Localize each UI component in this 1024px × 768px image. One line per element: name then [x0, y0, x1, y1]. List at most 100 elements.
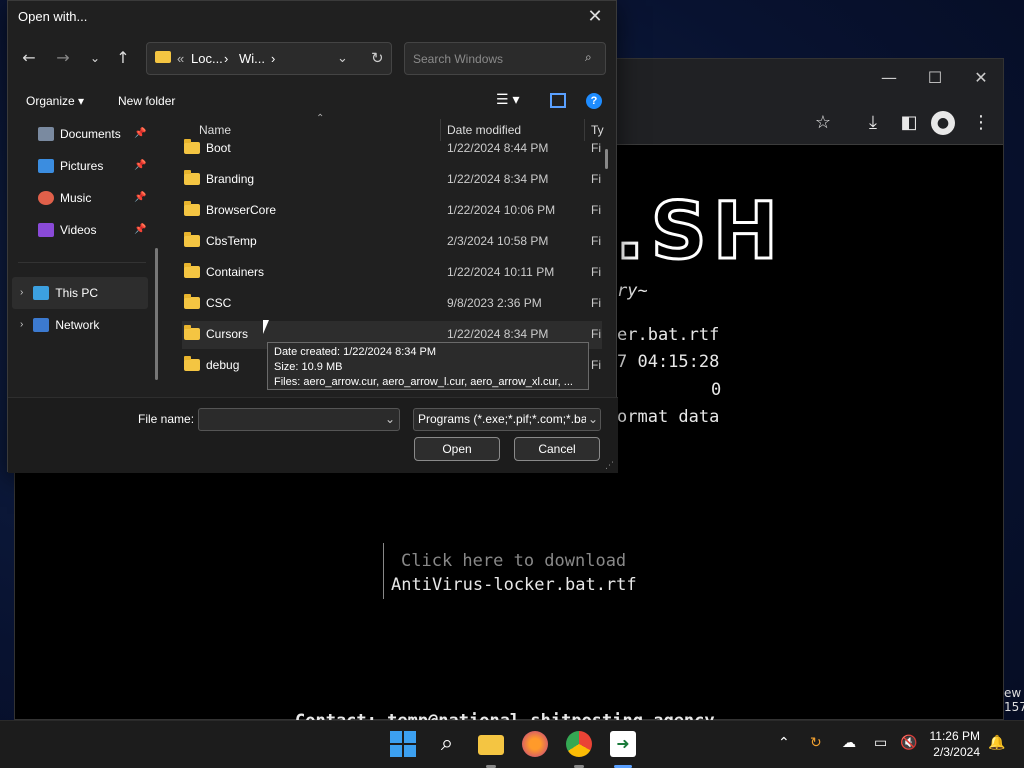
nav-scrollbar[interactable] — [155, 248, 158, 380]
clock-date: 2/3/2024 — [933, 745, 980, 759]
nav-label: Videos — [60, 223, 97, 237]
pin-icon: 📌 — [134, 224, 147, 235]
resize-grip-icon[interactable]: ⋰ — [605, 461, 614, 471]
file-name-text: er.bat.rtf — [617, 325, 720, 345]
preview-pane-icon[interactable] — [550, 93, 566, 108]
file-row[interactable]: Boot 1/22/2024 8:44 PM Fi — [182, 135, 602, 163]
back-icon[interactable]: ← — [16, 45, 42, 71]
side-panel-icon[interactable]: ◧ — [895, 109, 923, 137]
pin-icon: 📌 — [134, 128, 147, 139]
app-launcher-icon[interactable]: ➜ — [610, 731, 636, 757]
folder-icon — [184, 201, 200, 216]
maximize-icon[interactable]: ☐ — [913, 65, 957, 91]
bookmark-star-icon[interactable]: ☆ — [809, 109, 837, 137]
file-row[interactable]: CbsTemp 2/3/2024 10:58 PM Fi — [182, 228, 602, 256]
chevron-right-icon[interactable]: › — [20, 281, 23, 305]
search-input[interactable]: Search Windows ⌕ — [404, 42, 606, 75]
dialog-title: Open with... — [18, 9, 88, 24]
file-date: 2/3/2024 10:58 PM — [447, 234, 549, 248]
file-row[interactable]: CSC 9/8/2023 2:36 PM Fi — [182, 290, 602, 318]
organize-button[interactable]: Organize ▾ — [26, 94, 84, 108]
nav-item-music[interactable]: Music — [38, 186, 91, 210]
nav-item-this-pc[interactable]: › This PC — [20, 281, 98, 305]
chevron-down-icon[interactable]: ⌄ — [337, 50, 348, 66]
profile-icon[interactable]: ● — [931, 111, 955, 135]
open-button[interactable]: Open — [414, 437, 500, 461]
chevron-right-icon[interactable]: › — [20, 313, 23, 337]
chevron-up-icon[interactable]: ⌃ — [778, 735, 790, 751]
chevron-down-icon[interactable]: ⌄ — [385, 409, 395, 430]
documents-icon — [38, 127, 54, 141]
breadcrumb-local-disk[interactable]: Loc... — [191, 51, 223, 66]
file-date: 1/22/2024 10:06 PM — [447, 203, 556, 217]
file-date: 1/22/2024 8:34 PM — [447, 172, 549, 186]
help-icon[interactable]: ? — [586, 93, 602, 109]
start-icon[interactable] — [390, 731, 416, 757]
tooltip-line: Files: aero_arrow.cur, aero_arrow_l.cur,… — [274, 376, 573, 388]
tooltip-line: Date created: 1/22/2024 8:34 PM — [274, 346, 437, 358]
file-type: Fi — [591, 327, 601, 341]
file-type: Fi — [591, 234, 601, 248]
forward-icon[interactable]: → — [50, 45, 76, 71]
chevron-down-icon[interactable]: ⌄ — [82, 45, 108, 71]
pictures-icon — [38, 159, 54, 173]
start-tile — [390, 731, 402, 743]
folder-tooltip: Date created: 1/22/2024 8:34 PM Size: 10… — [267, 342, 589, 390]
volume-muted-icon[interactable]: 🔇 — [900, 735, 917, 751]
cloud-offline-icon[interactable]: ☁ — [842, 735, 856, 751]
breadcrumb-separator[interactable]: › — [271, 51, 275, 66]
file-type-select[interactable]: Programs (*.exe;*.pif;*.com;*.ba ⌄ — [413, 408, 601, 431]
this-pc-icon — [33, 286, 50, 300]
refresh-icon[interactable]: ↻ — [371, 49, 384, 67]
search-icon: ⌕ — [585, 50, 592, 64]
notification-bell-icon[interactable]: 🔔 — [988, 735, 1005, 751]
chevron-down-icon[interactable]: ⌄ — [586, 409, 600, 430]
folder-icon — [184, 232, 200, 247]
file-name: Branding — [206, 172, 255, 186]
download-link[interactable]: AntiVirus-locker.bat.rtf — [391, 575, 637, 595]
nav-item-documents[interactable]: Documents — [38, 122, 121, 146]
view-options-icon[interactable]: ☰ ▾ — [496, 91, 519, 108]
menu-icon[interactable]: ⋮ — [967, 109, 995, 137]
address-bar[interactable]: « Loc... › Wi... › ⌄ ↻ — [146, 42, 392, 75]
start-tile — [404, 745, 416, 757]
up-icon[interactable]: ↑ — [110, 45, 136, 71]
file-explorer-icon[interactable] — [478, 735, 504, 755]
file-name-input[interactable]: ⌄ — [198, 408, 400, 431]
nav-label: This PC — [55, 286, 99, 300]
desktop-edge-text: ew — [1004, 686, 1022, 700]
file-row[interactable]: BrowserCore 1/22/2024 10:06 PM Fi — [182, 197, 602, 225]
breadcrumb-overflow[interactable]: « — [177, 51, 184, 66]
cancel-button[interactable]: Cancel — [514, 437, 600, 461]
nav-item-pictures[interactable]: Pictures — [38, 154, 103, 178]
download-box[interactable]: Click here to download AntiVirus-locker.… — [383, 543, 643, 599]
chrome-icon[interactable] — [566, 731, 592, 757]
pin-icon: 📌 — [134, 160, 147, 171]
music-icon — [38, 191, 54, 205]
file-row[interactable]: Containers 1/22/2024 10:11 PM Fi — [182, 259, 602, 287]
search-icon[interactable]: ⌕ — [434, 731, 460, 757]
download-icon[interactable]: ⤓ — [859, 109, 887, 137]
close-icon[interactable]: ✕ — [580, 3, 610, 31]
minimize-icon[interactable]: — — [867, 65, 911, 91]
close-icon[interactable]: ✕ — [959, 65, 1003, 91]
folder-icon — [184, 263, 200, 278]
breadcrumb-windows[interactable]: Wi... — [239, 51, 265, 66]
file-type-value: Programs (*.exe;*.pif;*.com;*.ba — [418, 412, 588, 426]
download-hint[interactable]: Click here to download — [401, 551, 626, 571]
system-clock[interactable]: 11:26 PM 2/3/2024 — [930, 728, 980, 760]
new-folder-button[interactable]: New folder — [118, 94, 175, 108]
open-with-dialog: Open with... ✕ ← → ⌄ ↑ « Loc... › Wi... … — [7, 0, 618, 473]
firefox-icon[interactable] — [522, 731, 548, 757]
file-type: Fi — [591, 203, 601, 217]
file-row[interactable]: Branding 1/22/2024 8:34 PM Fi — [182, 166, 602, 194]
sync-icon[interactable]: ↻ — [810, 735, 822, 751]
mouse-cursor-icon — [263, 320, 269, 334]
timestamp-text: 7 04:15:28 — [617, 352, 720, 372]
network-status-icon[interactable]: ▭ — [874, 735, 887, 751]
nav-item-videos[interactable]: Videos — [38, 218, 96, 242]
nav-item-network[interactable]: › Network — [20, 313, 99, 337]
dialog-footer: File name: ⌄ Programs (*.exe;*.pif;*.com… — [8, 397, 618, 473]
site-logo: .SH — [613, 186, 785, 279]
file-list-scrollbar[interactable] — [605, 149, 608, 169]
